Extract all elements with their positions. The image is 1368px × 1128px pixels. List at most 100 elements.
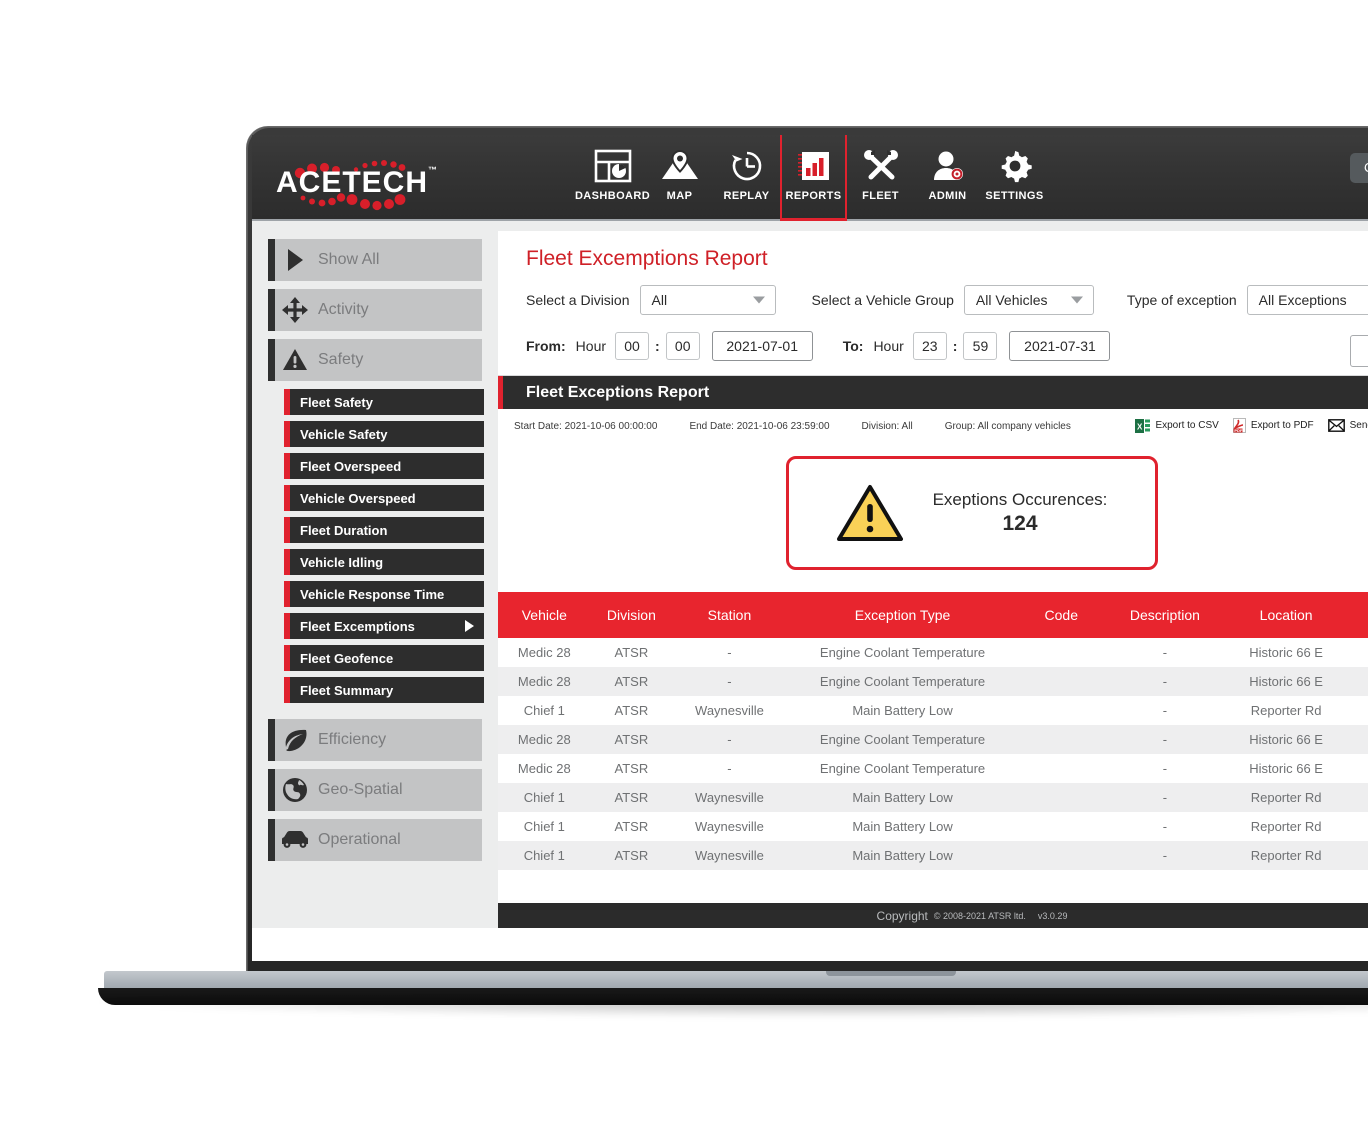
sidebar-group-activity[interactable]: Activity — [268, 289, 482, 331]
cell-vehicle: Chief 1 — [523, 790, 565, 805]
occurrences-value: 124 — [1002, 512, 1038, 535]
cell-station: Waynesville — [695, 848, 764, 863]
sidebar-item-vehicle-response-time[interactable]: Vehicle Response Time — [284, 581, 484, 607]
table-row[interactable]: Chief 1 ATSR Waynesville Main Battery Low - R… — [498, 696, 1368, 725]
col-vehicle[interactable]: Vehicle — [498, 592, 591, 638]
sidebar-group-safety[interactable]: Safety — [268, 339, 482, 381]
to-date-input[interactable]: 2021-07-31 — [1009, 331, 1111, 361]
nav-label: REPORTS — [785, 190, 842, 202]
division-select[interactable]: All — [639, 285, 776, 315]
svg-text:X: X — [1137, 422, 1143, 431]
cell-location: Historic 66 E — [1249, 761, 1323, 776]
nav-item-map[interactable]: MAP — [646, 135, 713, 221]
sidebar-item-fleet-safety[interactable]: Fleet Safety — [284, 389, 484, 415]
nav-item-dashboard[interactable]: DASHBOARD — [575, 135, 650, 221]
sidebar-item-vehicle-idling[interactable]: Vehicle Idling — [284, 549, 484, 575]
sidebar-group-geo-spatial[interactable]: Geo-Spatial — [268, 769, 482, 811]
contact-support-button[interactable]: Contact Support — [1350, 153, 1368, 183]
from-date-input[interactable]: 2021-07-01 — [711, 331, 813, 361]
col-station[interactable]: Station — [672, 592, 787, 638]
create-report-button[interactable]: CREATE — [1350, 335, 1368, 367]
col-code[interactable]: Code — [1018, 592, 1105, 638]
cell-division: ATSR — [614, 703, 649, 718]
cell-station: - — [727, 674, 732, 689]
cell-division: ATSR — [614, 848, 649, 863]
sidebar-item-vehicle-safety[interactable]: Vehicle Safety — [284, 421, 484, 447]
col-description[interactable]: Description — [1104, 592, 1226, 638]
col-location[interactable]: Location — [1225, 592, 1347, 638]
meta-division: Division: All — [861, 421, 913, 432]
table-row[interactable]: Medic 28 ATSR - Engine Coolant Temperature -… — [498, 667, 1368, 696]
table-row[interactable]: Chief 1 ATSR Waynesville Main Battery Low - R… — [498, 783, 1368, 812]
export-to-pdf-button[interactable]: PDF Export to PDF — [1232, 418, 1314, 433]
report-title-bar: Fleet Exceptions Report — [498, 376, 1368, 409]
to-minute-input[interactable]: 59 — [963, 332, 998, 360]
cell-station: Waynesville — [695, 703, 764, 718]
filter-row: Select a Division All Select a Vehicle G… — [526, 285, 1368, 315]
table-row[interactable]: Medic 28 ATSR - Engine Coolant Temperature -… — [498, 754, 1368, 783]
table-row[interactable]: Chief 1 ATSR Waynesville Main Battery Low - R… — [498, 812, 1368, 841]
cell-code — [1018, 725, 1104, 754]
date-range-row: From: Hour 00 : 00 2021-07-01 To: Hour 2… — [526, 331, 1368, 361]
sidebar-item-fleet-excemptions[interactable]: Fleet Excemptions — [284, 613, 484, 639]
from-minute-input[interactable]: 00 — [665, 332, 700, 360]
gear-icon — [998, 146, 1032, 186]
footer-version: v3.0.29 — [1037, 910, 1068, 921]
nav-label: REPLAY — [723, 190, 770, 202]
cell-location: Reporter Rd — [1250, 703, 1322, 718]
cell-station: - — [727, 645, 732, 660]
sidebar-group-efficiency[interactable]: Efficiency — [268, 719, 482, 761]
cell-vehicle: Chief 1 — [523, 703, 565, 718]
export-to-csv-button[interactable]: X Export to CSV — [1135, 418, 1219, 433]
send-on-email-button[interactable]: Send on E-mail — [1327, 419, 1368, 432]
cell-exception-type: Main Battery Low — [852, 819, 953, 834]
division-value: All — [651, 292, 668, 308]
cell-description: - — [1162, 761, 1168, 776]
vehicle-group-select[interactable]: All Vehicles — [963, 285, 1094, 315]
logo-trademark: ™ — [428, 165, 437, 175]
send-email-label: Send on E-mail — [1349, 420, 1368, 431]
nav-item-reports[interactable]: REPORTS — [780, 135, 847, 221]
envelope-icon — [1327, 419, 1345, 432]
cell-description: - — [1162, 645, 1168, 660]
exception-type-value: All Exceptions — [1258, 292, 1347, 308]
table-row[interactable]: Medic 28 ATSR - Engine Coolant Temperature -… — [498, 725, 1368, 754]
app-top-bar: ACETECH ™ DASHBOARD MAP REPLAY REPORTS F… — [252, 135, 1368, 221]
cell-location: Historic 66 E — [1249, 732, 1323, 747]
warning-triangle-icon — [272, 348, 318, 372]
cell-vehicle: Medic 28 — [517, 761, 571, 776]
nav-item-replay[interactable]: REPLAY — [713, 135, 780, 221]
cell-exception-type: Main Battery Low — [852, 790, 953, 805]
nav-item-fleet[interactable]: FLEET — [847, 135, 914, 221]
sidebar-group-show-all[interactable]: Show All — [268, 239, 482, 281]
sidebar-item-fleet-geofence[interactable]: Fleet Geofence — [284, 645, 484, 671]
sidebar-item-vehicle-overspeed[interactable]: Vehicle Overspeed — [284, 485, 484, 511]
nav-item-admin[interactable]: ADMIN — [914, 135, 981, 221]
nav-item-settings[interactable]: SETTINGS — [981, 135, 1048, 221]
sidebar-group-operational[interactable]: Operational — [268, 819, 482, 861]
cell-code — [1018, 667, 1104, 696]
page-title: Fleet Excemptions Report — [526, 247, 768, 270]
to-hour-input[interactable]: 23 — [912, 332, 947, 360]
table-row[interactable]: Medic 28 ATSR - Engine Coolant Temperature -… — [498, 638, 1368, 667]
col-driver[interactable]: Dr — [1346, 592, 1368, 638]
cell-description: - — [1162, 819, 1168, 834]
cell-code — [1018, 754, 1104, 783]
sidebar: Show All Activity Safety Fleet Safety Ve… — [252, 221, 498, 928]
meta-start-date: Start Date: 2021-10-06 00:00:00 — [514, 421, 658, 432]
from-hour-input[interactable]: 00 — [615, 332, 650, 360]
col-division[interactable]: Division — [590, 592, 673, 638]
sidebar-item-fleet-summary[interactable]: Fleet Summary — [284, 677, 484, 703]
acetech-logo[interactable]: ACETECH ™ — [276, 149, 451, 211]
exception-type-select[interactable]: All Exceptions — [1246, 285, 1368, 315]
sidebar-item-fleet-duration[interactable]: Fleet Duration — [284, 517, 484, 543]
table-row[interactable]: Chief 1 ATSR Waynesville Main Battery Low - R… — [498, 841, 1368, 870]
col-exception-type[interactable]: Exception Type — [786, 592, 1019, 638]
sidebar-group-label: Show All — [318, 251, 380, 268]
cell-location: Reporter Rd — [1250, 790, 1322, 805]
from-colon: : — [655, 338, 660, 354]
sidebar-item-fleet-overspeed[interactable]: Fleet Overspeed — [284, 453, 484, 479]
cell-station: Waynesville — [695, 819, 764, 834]
sidebar-item-label: Vehicle Safety — [300, 426, 388, 442]
